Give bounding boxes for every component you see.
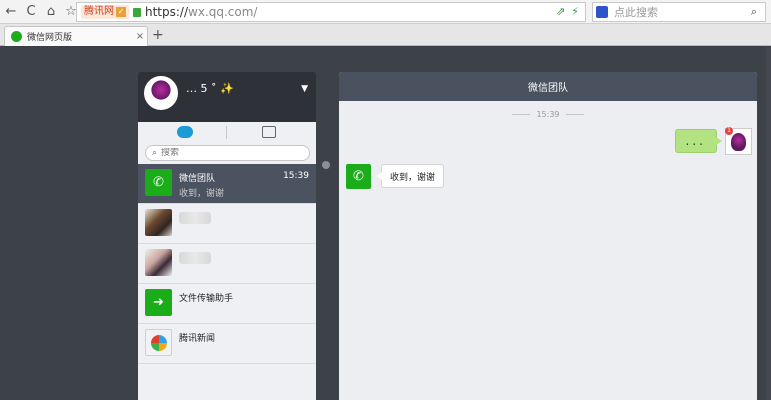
conversation-name: 腾讯新闻 <box>179 334 216 344</box>
verified-icon: ✓ <box>116 7 126 17</box>
wechat-logo-icon: ✆ <box>145 169 172 196</box>
search-icon[interactable]: ⌕ <box>747 5 761 19</box>
new-tab-button[interactable]: + <box>152 27 164 43</box>
url-text[interactable]: https://wx.qq.com/ <box>145 5 257 19</box>
search-input[interactable] <box>161 148 292 158</box>
lock-icon <box>133 7 141 17</box>
wechat-favicon-icon <box>11 31 22 42</box>
conversation-time: 15:39 <box>283 171 309 181</box>
share-icon[interactable]: ⇗ <box>556 5 565 18</box>
browser-search-box[interactable]: 点此搜索 ⌕ <box>592 2 766 22</box>
avatar[interactable] <box>144 76 178 110</box>
blurred-name <box>179 212 211 224</box>
contact-avatar <box>145 249 172 276</box>
conversation-name: 文件传输助手 <box>179 294 234 304</box>
chat-bubble-icon[interactable] <box>177 126 193 138</box>
url-scheme: https:// <box>145 5 189 19</box>
search-engine-icon[interactable] <box>596 6 608 18</box>
file-transfer-icon: ➜ <box>145 289 172 316</box>
search-icon: ⌕ <box>152 148 158 158</box>
conversation-name: 微信团队 <box>179 174 216 184</box>
browser-toolbar: ← C ⌂ ☆ 腾讯网 ✓ https://wx.qq.com/ ⇗ ⚡ 点此搜… <box>0 0 771 24</box>
browser-tab-bar: 微信网页版 × + <box>0 24 771 46</box>
tabs-divider <box>226 126 227 139</box>
unread-badge: 1 <box>725 127 733 135</box>
home-icon[interactable]: ⌂ <box>42 2 60 22</box>
site-identity-badge[interactable]: 腾讯网 ✓ <box>81 5 129 19</box>
chat-header: 微信团队 <box>339 72 757 101</box>
conversation-item-wechat-team[interactable]: ✆ 微信团队 收到，谢谢 15:39 <box>138 164 316 204</box>
tencent-news-icon <box>145 329 172 356</box>
browser-search-placeholder: 点此搜索 <box>614 6 658 19</box>
profile-header: … 5 ˚ ✨ ▼ <box>138 72 316 122</box>
conversation-item[interactable] <box>138 244 316 284</box>
conversation-list: ✆ 微信团队 收到，谢谢 15:39 ➜ 文件传输助手 腾讯新闻 <box>138 164 316 400</box>
sidebar-search-row: ⌕ <box>138 144 316 164</box>
message-timestamp: 15:39 <box>339 110 757 119</box>
nickname: … 5 ˚ ✨ <box>186 82 234 95</box>
site-name: 腾讯网 <box>84 6 114 17</box>
chevron-down-icon[interactable]: ▼ <box>301 84 308 94</box>
chat-panel: 微信团队 15:39 ... 1 ✆ 收到，谢谢 <box>339 72 757 400</box>
refresh-icon[interactable]: C <box>22 2 40 22</box>
conversation-panel: … 5 ˚ ✨ ▼ ⌕ ✆ 微信团队 收到，谢谢 15:39 <box>138 72 316 400</box>
speed-mode-icon[interactable]: ⚡ <box>571 5 579 18</box>
conversation-item-file-transfer[interactable]: ➜ 文件传输助手 <box>138 284 316 324</box>
incoming-message-bubble[interactable]: 收到，谢谢 <box>375 164 445 188</box>
tab-wechat-web[interactable]: 微信网页版 × <box>4 26 148 46</box>
address-bar[interactable]: 腾讯网 ✓ https://wx.qq.com/ ⇗ ⚡ <box>76 2 586 22</box>
contacts-icon[interactable] <box>262 126 276 138</box>
url-host: wx.qq.com/ <box>188 5 258 19</box>
wechat-logo-icon[interactable]: ✆ <box>346 164 371 189</box>
chat-title: 微信团队 <box>528 83 568 94</box>
panel-tabs <box>138 122 316 144</box>
back-icon[interactable]: ← <box>2 2 20 22</box>
tab-title: 微信网页版 <box>27 33 73 43</box>
conversation-item[interactable] <box>138 204 316 244</box>
conversation-last-message: 收到，谢谢 <box>179 189 225 199</box>
panel-resize-handle[interactable] <box>322 161 330 169</box>
page-edge <box>766 47 771 400</box>
address-bar-actions: ⇗ ⚡ <box>556 5 579 18</box>
sidebar-search-field: ⌕ <box>145 145 310 161</box>
contact-avatar <box>145 209 172 236</box>
conversation-item-tencent-news[interactable]: 腾讯新闻 <box>138 324 316 364</box>
close-tab-icon[interactable]: × <box>133 31 147 42</box>
outgoing-message-bubble[interactable]: ... <box>674 129 723 153</box>
wechat-page: … 5 ˚ ✨ ▼ ⌕ ✆ 微信团队 收到，谢谢 15:39 <box>0 47 771 400</box>
blurred-name <box>179 252 211 264</box>
